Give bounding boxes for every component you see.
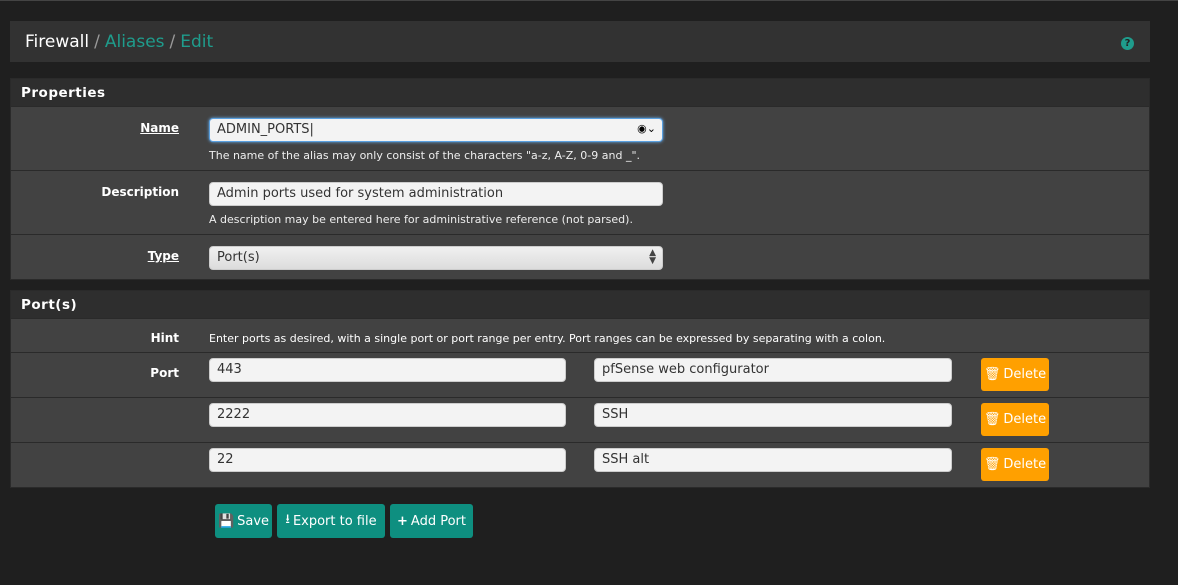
- trash-icon: 🗑: [983, 367, 1001, 382]
- breadcrumb: Firewall / Aliases / Edit ?: [10, 21, 1150, 62]
- description-row: Description Admin ports used for system …: [11, 170, 1149, 234]
- port-input[interactable]: 2222: [209, 403, 566, 427]
- port-description-input[interactable]: SSH alt: [594, 448, 952, 472]
- port-input[interactable]: 22: [209, 448, 566, 472]
- breadcrumb-firewall: Firewall: [25, 31, 90, 52]
- type-row: Type Port(s) ▲ ▼: [11, 234, 1149, 281]
- port-row: 22 SSH alt 🗑 Delete: [11, 442, 1149, 487]
- hint-text: Enter ports as desired, with a single po…: [209, 332, 886, 345]
- port-description-input[interactable]: pfSense web configurator: [594, 358, 952, 382]
- breadcrumb-edit[interactable]: Edit: [180, 32, 213, 52]
- add-port-button[interactable]: + Add Port: [390, 504, 473, 538]
- name-value: ADMIN_PORTS: [217, 122, 310, 137]
- export-button[interactable]: ⭳ Export to file: [277, 504, 385, 538]
- trash-icon: 🗑: [983, 412, 1001, 427]
- autofill-icon[interactable]: ◉⌄: [637, 122, 656, 135]
- type-select[interactable]: Port(s) ▲ ▼: [209, 246, 663, 270]
- port-label: Port: [150, 366, 179, 380]
- separator: /: [169, 31, 176, 52]
- name-help: The name of the alias may only consist o…: [209, 149, 640, 162]
- help-icon[interactable]: ?: [1121, 37, 1134, 50]
- description-label: Description: [101, 185, 179, 199]
- port-row: 2222 SSH 🗑 Delete: [11, 397, 1149, 442]
- type-label: Type: [147, 249, 179, 263]
- hint-label: Hint: [150, 331, 179, 345]
- panel-title: Properties: [11, 79, 1149, 106]
- download-icon: ⭳: [285, 512, 290, 527]
- port-input[interactable]: 443: [209, 358, 566, 382]
- trash-icon: 🗑: [983, 457, 1001, 472]
- plus-icon: +: [397, 513, 408, 529]
- properties-panel: Properties Name ADMIN_PORTS| ◉⌄ The name …: [10, 78, 1150, 280]
- floppy-icon: 💾: [217, 513, 235, 529]
- breadcrumb-aliases[interactable]: Aliases: [105, 32, 165, 52]
- type-value: Port(s): [217, 250, 260, 265]
- updown-icon: ▲ ▼: [649, 248, 656, 266]
- delete-button[interactable]: 🗑 Delete: [981, 358, 1049, 391]
- save-button[interactable]: 💾 Save: [215, 504, 272, 538]
- port-description-input[interactable]: SSH: [594, 403, 952, 427]
- name-input[interactable]: ADMIN_PORTS| ◉⌄: [209, 118, 663, 142]
- port-row: Port 443 pfSense web configurator 🗑 Delet…: [11, 352, 1149, 397]
- description-input[interactable]: Admin ports used for system administrati…: [209, 182, 663, 206]
- description-help: A description may be entered here for ad…: [209, 213, 633, 226]
- name-row: Name ADMIN_PORTS| ◉⌄ The name of the alia…: [11, 106, 1149, 170]
- separator: /: [94, 31, 100, 52]
- hint-row: Hint Enter ports as desired, with a sing…: [11, 318, 1149, 352]
- ports-panel: Port(s) Hint Enter ports as desired, wit…: [10, 290, 1150, 488]
- panel-title: Port(s): [11, 291, 1149, 318]
- delete-button[interactable]: 🗑 Delete: [981, 403, 1049, 436]
- name-label: Name: [140, 121, 179, 135]
- delete-button[interactable]: 🗑 Delete: [981, 448, 1049, 481]
